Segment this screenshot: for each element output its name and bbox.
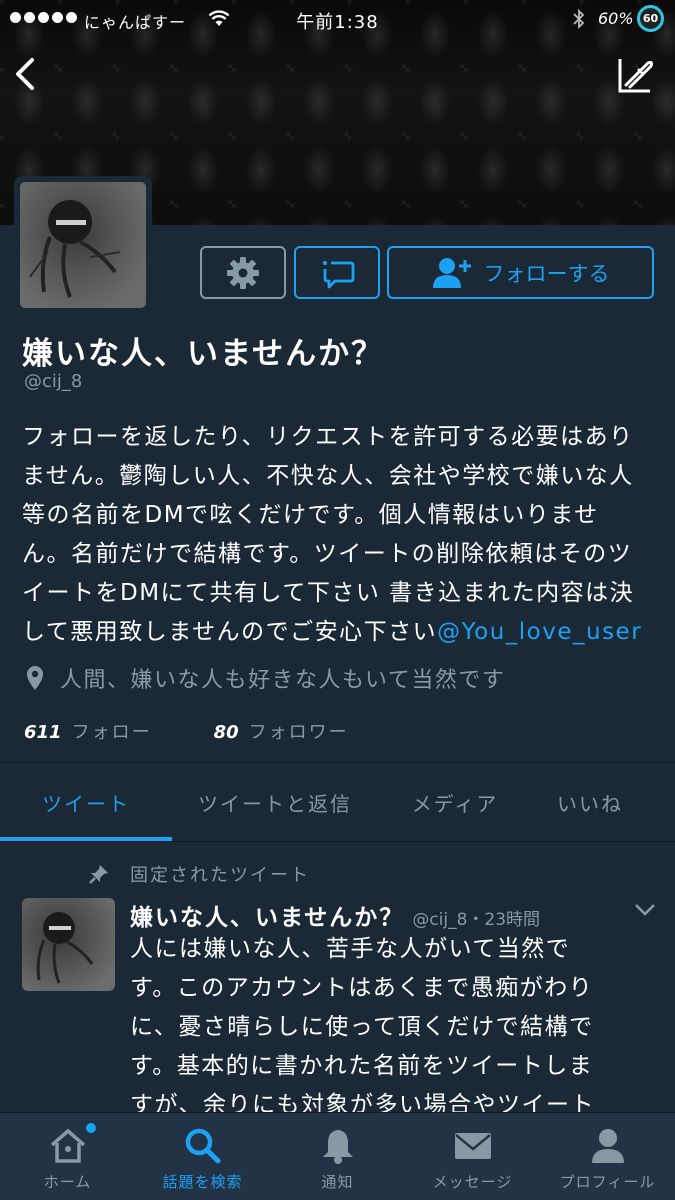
- gear-icon: [227, 256, 259, 289]
- profile-tabs: ツイート ツイートと返信 メディア いいね: [0, 762, 675, 841]
- tweet-header: 嫌いな人、いませんか？ @cij_8・23時間: [130, 898, 540, 932]
- profile-stats: 611 フォロー 80 フォロワー: [24, 718, 349, 744]
- tab-tweets[interactable]: ツイート: [0, 763, 172, 842]
- bio-line: ません。鬱陶しい人、不快な人、会社や学校で嫌いな人: [22, 463, 634, 489]
- tweet-author-avatar[interactable]: [22, 898, 115, 991]
- bio-line: イートをDMにて共有して下さい 書き込まれた内容は決: [22, 580, 635, 606]
- tabbar-home-label: ホーム: [43, 1173, 92, 1191]
- home-icon: [50, 1129, 85, 1163]
- profile-bio: フォローを返したり、リクエストを許可する必要はあり ません。鬱陶しい人、不快な人…: [22, 418, 662, 652]
- followers-count[interactable]: 80: [214, 722, 239, 743]
- pin-icon: [89, 865, 108, 884]
- profile-location: 人間、嫌いな人も好きな人もいて当然です: [26, 662, 505, 694]
- chevron-down-icon[interactable]: [634, 903, 656, 917]
- tabbar-search-label: 話題を検索: [162, 1173, 243, 1191]
- avatar-sketch: [29, 200, 121, 298]
- bio-mention-link[interactable]: @You_love_user: [437, 619, 642, 645]
- tabbar-profile-label: プロフィール: [559, 1173, 656, 1191]
- follow-button-label: フォローする: [483, 261, 610, 286]
- battery-percent: 60%: [598, 9, 634, 28]
- add-to-list-icon: [323, 260, 355, 288]
- envelope-icon: [454, 1133, 491, 1159]
- tweet-meta: @cij_8・23時間: [412, 910, 541, 930]
- avatar-sketch: [36, 912, 94, 984]
- tabbar-messages[interactable]: メッセージ: [405, 1113, 540, 1200]
- tweet-text-line: に、憂さ晴らしに使って頂くだけで結構で: [130, 1014, 594, 1040]
- location-text: 人間、嫌いな人も好きな人もいて当然です: [60, 668, 506, 693]
- followers-label[interactable]: フォロワー: [249, 718, 349, 744]
- battery-icon: 60: [637, 5, 664, 32]
- add-person-icon: [432, 257, 471, 288]
- tabbar-search[interactable]: 話題を検索: [135, 1113, 270, 1200]
- add-to-list-button[interactable]: [294, 246, 380, 299]
- location-pin-icon: [27, 666, 43, 690]
- pinned-tweet-label: 固定されたツイート: [88, 861, 310, 887]
- tabbar-notifications[interactable]: 通知: [270, 1113, 405, 1200]
- following-count[interactable]: 611: [24, 722, 62, 743]
- pinned-label-text: 固定されたツイート: [130, 865, 310, 886]
- tabbar-messages-label: メッセージ: [432, 1173, 513, 1191]
- tweet-text-line: す。基本的に書かれた名前をツイートしま: [130, 1053, 594, 1079]
- tweet-text-line: 人には嫌いな人、苦手な人がいて当然で: [130, 936, 571, 962]
- bluetooth-icon: [573, 8, 585, 30]
- follow-button[interactable]: フォローする: [387, 246, 654, 299]
- tab-likes[interactable]: いいね: [535, 763, 645, 842]
- bottom-tab-bar: ホーム 話題を検索 通知 メッセージ プロフィール: [0, 1112, 675, 1200]
- back-chevron-icon[interactable]: [10, 56, 42, 92]
- bio-line: 等の名前をDMで呟くだけです。個人情報はいりませ: [22, 502, 599, 528]
- compose-tweet-icon[interactable]: [614, 55, 656, 97]
- notification-dot: [85, 1123, 96, 1133]
- bell-icon: [322, 1130, 353, 1164]
- bio-line-last: して悪用致しませんのでご安心下さい@You_love_user: [22, 613, 662, 652]
- tweet-text: 人には嫌いな人、苦手な人がいて当然で す。このアカウントはあくまで愚痴がわり に…: [130, 930, 660, 1125]
- person-icon: [591, 1129, 624, 1163]
- tabbar-home[interactable]: ホーム: [0, 1113, 135, 1200]
- tweet-author-name[interactable]: 嫌いな人、いませんか？: [130, 898, 404, 932]
- following-label[interactable]: フォロー: [72, 718, 152, 744]
- divider: [0, 841, 675, 842]
- tabbar-profile[interactable]: プロフィール: [540, 1113, 675, 1200]
- tab-media[interactable]: メディア: [390, 763, 520, 842]
- profile-display-name: 嫌いな人、いませんか？: [22, 336, 385, 372]
- settings-button[interactable]: [200, 246, 286, 299]
- tweet-text-line: す。このアカウントはあくまで愚痴がわり: [130, 975, 594, 1001]
- tab-tweets-and-replies[interactable]: ツイートと返信: [190, 763, 360, 842]
- tabbar-notifications-label: 通知: [321, 1173, 354, 1191]
- bio-line: フォローを返したり、リクエストを許可する必要はあり: [22, 424, 634, 450]
- profile-handle: @cij_8: [24, 371, 83, 392]
- status-bar: にゃんぱすー 午前1:38 60% 60: [0, 0, 675, 40]
- profile-avatar[interactable]: [14, 176, 152, 314]
- search-icon: [185, 1128, 220, 1164]
- bio-line: ん。名前だけで結構です。ツイートの削除依頼はそのツ: [22, 541, 633, 567]
- bio-line-text: して悪用致しませんのでご安心下さい: [22, 619, 438, 645]
